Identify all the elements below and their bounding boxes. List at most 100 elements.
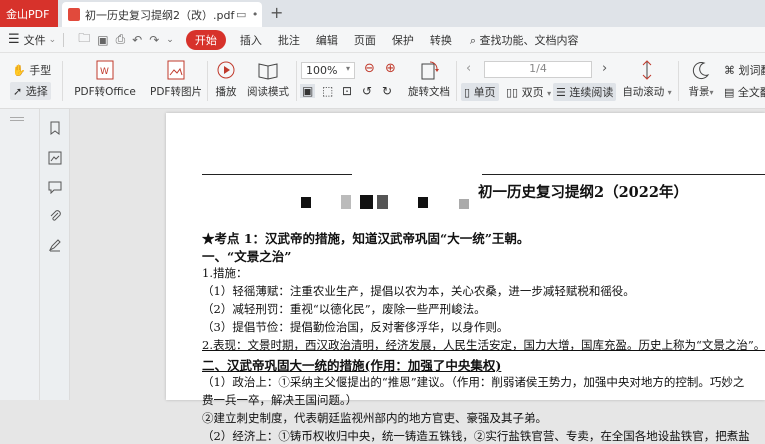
pdf-to-word-icon: W: [94, 59, 116, 81]
signature-icon[interactable]: [48, 238, 62, 252]
panel-handle[interactable]: [10, 117, 24, 118]
customize-chevron-icon[interactable]: ⌄: [166, 35, 174, 45]
pdf-to-image-icon: [165, 59, 187, 81]
doc-line: （1）轻徭薄赋：注重农业生产，提倡以农为本，关心农桑，进一步减轻赋税和徭役。: [202, 283, 635, 299]
next-page-icon[interactable]: ›: [602, 61, 607, 76]
divider: [63, 33, 64, 47]
hamburger-menu-icon[interactable]: ☰: [8, 32, 20, 47]
pdf-to-office-button[interactable]: W PDF转Office: [73, 59, 137, 99]
comment-icon[interactable]: [48, 180, 62, 194]
menu-annotate[interactable]: 批注: [278, 32, 300, 48]
rotate-left-icon[interactable]: ↺: [362, 84, 372, 98]
play-label: 播放: [216, 86, 237, 98]
hand-tool[interactable]: ✋ 手型: [12, 62, 51, 78]
translate-icon: ⌘: [724, 64, 735, 77]
doc-line: 一、“文景之治”: [202, 246, 291, 265]
zoom-out-icon[interactable]: ⊖: [364, 61, 375, 76]
undo-icon[interactable]: ↶: [132, 33, 142, 47]
rotate-document-label: 旋转文档: [408, 86, 450, 98]
double-page-button[interactable]: ▯▯ 双页 ▾: [506, 84, 551, 100]
double-page-icon: ▯▯: [506, 86, 518, 99]
actual-size-icon[interactable]: ⊡: [342, 84, 352, 98]
redacted-mark: [360, 195, 373, 209]
screen-icon[interactable]: ▭: [234, 8, 248, 21]
continuous-read-button[interactable]: ☰ 连续阅读: [553, 83, 616, 101]
document-title: 初一历史复习提纲2（2022年）: [478, 181, 688, 202]
play-button[interactable]: 播放: [213, 59, 239, 99]
redacted-mark: [377, 195, 388, 209]
doc-line: （3）提倡节俭：提倡勤俭治国，反对奢侈浮华，以身作则。: [202, 319, 508, 335]
ribbon-toolbar: ✋ 手型 ➚ 选择 W PDF转Office PDF转图片 播放 阅读模式 10…: [0, 53, 765, 109]
moon-icon: [690, 59, 712, 81]
pdf-to-image-button[interactable]: PDF转图片: [150, 59, 202, 99]
close-tab-icon[interactable]: •: [248, 8, 262, 21]
translate-words-button[interactable]: ⌘ 划词翻: [724, 62, 765, 78]
fit-page-icon[interactable]: ▣: [300, 84, 315, 98]
menu-protect[interactable]: 保护: [392, 32, 414, 48]
select-tool[interactable]: ➚ 选择: [10, 82, 51, 100]
background-label: 背景: [688, 86, 709, 98]
app-tab[interactable]: 金山PDF: [0, 0, 58, 27]
book-icon: [257, 59, 279, 81]
menu-edit[interactable]: 编辑: [316, 32, 338, 48]
svg-text:W: W: [100, 67, 109, 77]
auto-scroll-chevron-icon: ▾: [668, 88, 672, 97]
menu-insert[interactable]: 插入: [240, 32, 262, 48]
document-tab[interactable]: 初一历史复习提纲2（改）.pdf ▭ •: [62, 2, 262, 27]
redacted-mark: [418, 197, 428, 208]
menu-page[interactable]: 页面: [354, 32, 376, 48]
doc-line: （2）减轻刑罚：重视“以德化民”，废除一些严刑峻法。: [202, 301, 486, 317]
single-page-button[interactable]: ▯ 单页: [461, 83, 499, 101]
document-page: 初一历史复习提纲2（2022年） ★考点 1：汉武帝的措施，知道汉武帝巩固“大一…: [166, 113, 765, 400]
doc-line: 2.表现：文景时期，西汉政治清明，经济发展，人民生活安定，国力大增，国库充盈。历…: [202, 337, 765, 353]
translate-words-label: 划词翻: [739, 64, 765, 77]
read-mode-label: 阅读模式: [247, 86, 289, 98]
file-menu[interactable]: 文件: [24, 32, 46, 48]
search-command[interactable]: ⌕ 查找功能、文档内容: [470, 32, 579, 48]
menu-convert[interactable]: 转换: [430, 32, 452, 48]
play-icon: [215, 59, 237, 81]
bookmark-icon[interactable]: [48, 121, 62, 135]
doc-line: （1）政治上：①采纳主父偃提出的“推恩”建议。（作用：削弱诸侯王势力，加强中央对…: [202, 374, 744, 390]
read-mode-button[interactable]: 阅读模式: [246, 59, 290, 99]
divider: [678, 61, 679, 101]
auto-scroll-button[interactable]: 自动滚动 ▾: [622, 59, 672, 99]
full-text-translate-button[interactable]: ▤ 全文翻: [724, 84, 765, 100]
background-button[interactable]: 背景▾: [686, 59, 716, 99]
rotate-right-icon[interactable]: ↻: [382, 84, 392, 98]
doc-line: （2）经济上：①铸币权收归中央，统一铸造五铢钱，②实行盐铁官营、专卖，在全国各地…: [202, 428, 750, 444]
continuous-read-icon: ☰: [556, 86, 566, 99]
zoom-in-icon[interactable]: ⊕: [385, 61, 396, 76]
redo-icon[interactable]: ↷: [149, 33, 159, 47]
doc-line: 1.措施：: [202, 265, 247, 281]
hand-icon: ✋: [12, 64, 26, 77]
menu-bar: ☰ 文件 ⌄ 🗀 ▣ ⎙ ↶ ↷ ⌄ 开始 插入 批注 编辑 页面 保护 转换 …: [0, 27, 765, 53]
open-folder-icon[interactable]: 🗀: [78, 29, 90, 50]
panel-handle[interactable]: [10, 120, 24, 121]
single-page-label: 单页: [474, 86, 496, 99]
zoom-dropdown-chevron-icon: ▾: [346, 64, 350, 73]
thumbnail-icon[interactable]: [48, 151, 62, 165]
new-tab-button[interactable]: +: [270, 3, 283, 22]
redacted-mark: [301, 197, 311, 208]
rotate-document-button[interactable]: 旋转文档: [408, 59, 450, 99]
side-toolbar: [40, 109, 70, 400]
fit-width-icon[interactable]: ⬚: [322, 84, 333, 98]
attachment-icon[interactable]: [48, 209, 62, 223]
print-icon[interactable]: ⎙: [116, 32, 126, 47]
rotate-document-icon: [418, 59, 440, 81]
cursor-icon: ➚: [13, 85, 22, 98]
menu-home[interactable]: 开始: [186, 30, 226, 50]
doc-line: ②建立刺史制度，代表朝廷监视州部内的地方官吏、豪强及其子弟。: [202, 410, 547, 426]
search-icon: ⌕: [470, 34, 476, 47]
save-icon[interactable]: ▣: [97, 33, 108, 47]
chevron-down-icon[interactable]: ⌄: [49, 35, 57, 45]
zoom-select[interactable]: 100% ▾: [301, 62, 355, 79]
page-number-input[interactable]: 1/4: [484, 61, 592, 78]
previous-page-icon[interactable]: ‹: [466, 61, 471, 76]
select-tool-label: 选择: [26, 85, 48, 98]
document-tab-title: 初一历史复习提纲2（改）.pdf: [85, 7, 234, 23]
left-panel: [0, 109, 40, 400]
search-command-label: 查找功能、文档内容: [480, 34, 579, 47]
redacted-mark: [341, 195, 351, 209]
